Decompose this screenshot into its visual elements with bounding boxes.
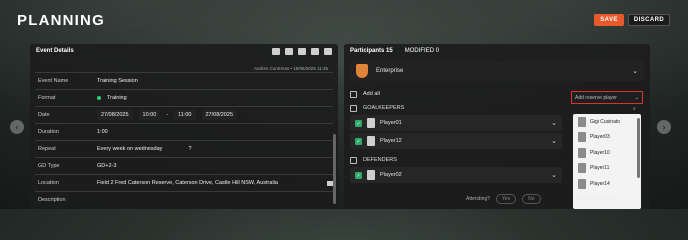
help-icon[interactable]: ? <box>188 146 191 152</box>
start-date-input[interactable]: 27/08/2025 <box>97 110 133 120</box>
format-select[interactable]: Training <box>97 95 127 101</box>
document-icon[interactable] <box>324 47 332 55</box>
chevron-down-icon: ⌄ <box>634 94 639 101</box>
previous-arrow-icon[interactable]: ‹ <box>10 120 24 134</box>
chevron-down-icon[interactable]: ⌄ <box>551 137 557 145</box>
avatar <box>367 170 375 180</box>
reserve-player-select[interactable]: Add reserve player ⌄ <box>571 91 643 104</box>
save-button[interactable]: SAVE <box>594 14 624 26</box>
section-goalkeepers: GOALKEEPERS <box>350 103 644 113</box>
format-row: Format Training <box>35 89 333 106</box>
event-details-panel: Event Details Andres Contreras • 19/06/2… <box>30 44 338 209</box>
player-row[interactable]: ✓ Player01 ⌄ <box>350 115 562 131</box>
section-checkbox[interactable] <box>350 156 357 164</box>
video-icon[interactable] <box>285 47 293 55</box>
duration-value: 1:00 <box>97 129 108 135</box>
event-name-row: Event Name Training Session <box>35 72 333 89</box>
avatar <box>367 136 375 146</box>
participants-header: Participants 15 MODIFIED 0 <box>350 48 440 54</box>
add-new-reserve-link[interactable]: Add new reserve... <box>573 196 641 202</box>
avatar <box>578 147 586 158</box>
team-crest-icon <box>356 64 368 78</box>
date-row: Date 27/08/2025 10:00 - 11:00 27/08/2025 <box>35 106 333 123</box>
team-select[interactable]: Enterprise ⌄ <box>350 61 644 81</box>
page-title: PLANNING <box>17 12 105 29</box>
dropdown-option[interactable]: Player03 <box>573 130 641 146</box>
avatar <box>578 178 586 189</box>
search-icon[interactable]: ⌕ <box>633 106 636 112</box>
status-dot-icon <box>97 96 101 100</box>
attending-prompt: Attending? Yes No <box>466 194 541 204</box>
reserve-dropdown-menu: Gigi Cusinato Player03 Player10 Player11… <box>573 114 641 209</box>
dropdown-option[interactable]: Player10 <box>573 145 641 161</box>
avatar <box>578 163 586 174</box>
event-name-input[interactable]: Training Session <box>97 78 138 84</box>
discard-button[interactable]: DISCARD <box>628 14 670 26</box>
player-row[interactable]: ✓ Player02 ⌄ <box>350 167 562 183</box>
upload-icon[interactable] <box>298 47 306 55</box>
dropdown-option[interactable]: Player14 <box>573 176 641 192</box>
repeat-row: Repeat Every week on wednesday ? <box>35 140 333 157</box>
dropdown-scrollbar[interactable] <box>637 118 640 178</box>
gd-type-row: GD Type GD+2-3 <box>35 157 333 174</box>
chevron-down-icon: ⌄ <box>632 68 638 75</box>
dropdown-option[interactable]: Gigi Cusinato <box>573 114 641 130</box>
start-time-input[interactable]: 10:00 <box>138 110 161 120</box>
section-checkbox[interactable] <box>350 104 357 112</box>
location-row: Location Field 2 Fred Caterson Reserve, … <box>35 174 333 191</box>
avatar <box>578 132 586 143</box>
participants-panel: Participants 15 MODIFIED 0 Enterprise ⌄ … <box>344 44 650 209</box>
event-details-header: Event Details <box>30 44 338 58</box>
attending-yes-button[interactable]: Yes <box>495 194 517 204</box>
repeat-select[interactable]: Every week on wednesday ? <box>97 146 192 152</box>
gd-type-select[interactable]: GD+2-3 <box>97 163 116 169</box>
panel-scrollbar[interactable] <box>333 134 336 204</box>
dropdown-option[interactable]: Player11 <box>573 161 641 177</box>
participants-count: 15 <box>386 48 393 54</box>
player-checkbox[interactable]: ✓ <box>355 119 362 127</box>
attending-no-button[interactable]: No <box>522 194 541 204</box>
avatar <box>578 116 586 127</box>
event-details-title: Event Details <box>36 48 74 54</box>
end-date-input[interactable]: 27/08/2025 <box>201 110 238 120</box>
author-timestamp: Andres Contreras • 19/06/2025 11:35 <box>253 66 328 71</box>
chevron-down-icon[interactable]: ⌄ <box>551 119 557 127</box>
end-time-input[interactable]: 11:00 <box>174 110 196 120</box>
player-row[interactable]: ✓ Player12 ⌄ <box>350 133 562 149</box>
duration-row: Duration 1:00 <box>35 123 333 140</box>
player-checkbox[interactable]: ✓ <box>355 171 362 179</box>
folder-icon[interactable] <box>311 47 319 55</box>
add-all-checkbox[interactable] <box>350 90 357 98</box>
next-arrow-icon[interactable]: › <box>657 120 671 134</box>
location-input[interactable]: Field 2 Fred Caterson Reserve, Caterson … <box>97 180 278 186</box>
description-row: Description <box>35 191 333 208</box>
chevron-down-icon[interactable]: ⌄ <box>551 171 557 179</box>
settings-icon[interactable] <box>272 47 280 55</box>
modified-count: 0 <box>435 48 440 54</box>
player-checkbox[interactable]: ✓ <box>355 137 362 145</box>
avatar <box>367 118 375 128</box>
